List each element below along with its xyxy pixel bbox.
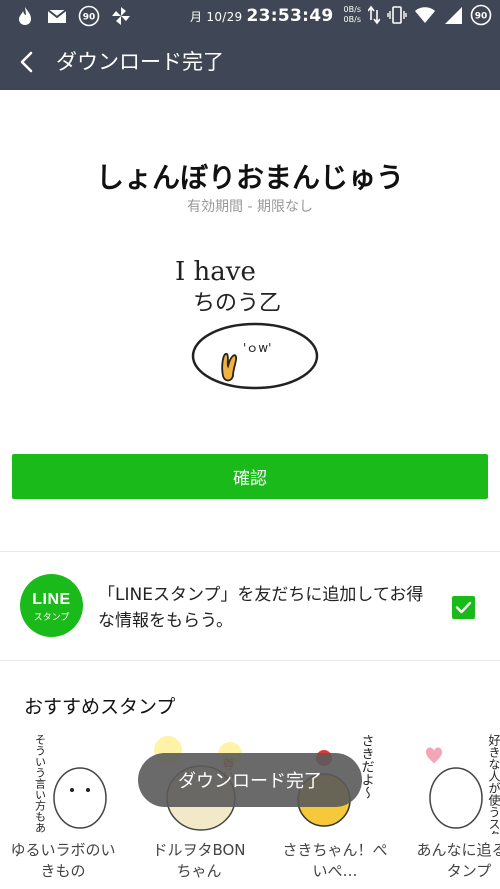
- mail-icon: [47, 9, 67, 23]
- sticker-caption-2: ちのう乙: [193, 291, 281, 316]
- status-time: 23:53:49: [246, 6, 334, 26]
- upload-speed: 0B/s: [343, 5, 361, 14]
- thumb-text: 好きな人が使うスタンプ: [487, 734, 500, 834]
- sticker-thumbnail: そういう言い方もある: [10, 728, 116, 834]
- line-logo-text: LINE: [32, 591, 71, 608]
- sticker-name: さきちゃん！ぺいぺ…: [282, 841, 388, 880]
- checkmark-icon: [455, 601, 472, 614]
- back-arrow-icon[interactable]: [12, 47, 42, 77]
- data-transfer-icon: [368, 5, 380, 25]
- wifi-icon: [415, 7, 435, 23]
- pinwheel-icon: [112, 7, 130, 25]
- battery-level: 90: [475, 12, 488, 22]
- confirm-button[interactable]: 確認: [12, 454, 488, 499]
- section-divider: [0, 660, 500, 661]
- flame-app-icon: [19, 7, 31, 25]
- line-stamp-logo: LINE スタンプ: [20, 574, 83, 637]
- add-friend-text: 「LINEスタンプ」を友だちに追加してお得な情報をもらう。: [98, 585, 424, 631]
- sticker-name: ゆるいラボのいきもの: [10, 841, 116, 880]
- page-title: ダウンロード完了: [56, 50, 224, 74]
- notification-count: 90: [83, 13, 96, 23]
- sticker-thumbnail: 好きな人が使うスタンプ: [416, 728, 500, 834]
- app-bar: ダウンロード完了: [0, 33, 500, 90]
- validity-period: 有効期間 - 期限なし: [187, 199, 313, 215]
- recommended-sticker-item[interactable]: 尊い ドルヲタBONちゃん: [146, 728, 252, 888]
- status-date: 月 10/29: [190, 10, 243, 24]
- download-speed: 0B/s: [343, 15, 361, 24]
- recommended-sticker-item[interactable]: 好きな人が使うスタンプ あんなに追るスタンプ: [416, 728, 500, 888]
- manju-face: 'ｏw': [243, 341, 271, 355]
- network-speed: 0B/s 0B/s: [344, 5, 361, 25]
- add-friend-checkbox[interactable]: [452, 596, 475, 619]
- recommended-heading: おすすめスタンプ: [24, 696, 176, 718]
- battery-icon: 90: [470, 4, 492, 26]
- status-bar-left-icons: 90: [14, 5, 132, 27]
- status-bar: 90 月 10/29 23:53:49 0B/s 0B/s 90: [0, 0, 500, 33]
- line-logo-subtext: スタンプ: [33, 613, 70, 623]
- sticker-name: あんなに追るスタンプ: [416, 841, 500, 880]
- sticker-pack-title: しょんぼりおまんじゅう: [95, 161, 404, 194]
- status-bar-right-icons: 0B/s 0B/s 90: [344, 4, 492, 26]
- thumb-text: さきだよ～: [359, 734, 374, 799]
- sticker-caption-1: I have: [175, 257, 256, 287]
- sticker-name: ドルヲタBONちゃん: [152, 841, 246, 880]
- toast-message: ダウンロード完了: [138, 753, 362, 807]
- notification-count-icon: 90: [78, 5, 100, 27]
- recommended-sticker-item[interactable]: さきだよ～ さきちゃん！ぺいぺ…: [282, 728, 388, 888]
- sticker-preview-image: I have ちのう乙 'ｏw': [175, 257, 319, 390]
- manju-body: [191, 322, 319, 390]
- recommended-sticker-item[interactable]: そういう言い方もある ゆるいラボのいきもの: [10, 728, 116, 888]
- section-divider: [0, 551, 500, 552]
- thumb-text: そういう言い方もある: [34, 734, 47, 834]
- vibrate-icon: [387, 6, 407, 24]
- status-clock: 月 10/29 23:53:49: [190, 6, 333, 26]
- cell-signal-icon: [445, 7, 462, 24]
